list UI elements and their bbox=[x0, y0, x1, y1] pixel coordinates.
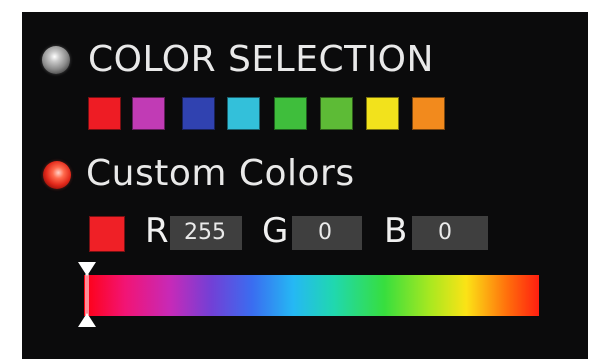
hue-spectrum-slider[interactable] bbox=[84, 275, 539, 316]
hue-marker-bottom-icon[interactable] bbox=[78, 313, 96, 327]
swatch-green[interactable] bbox=[274, 97, 307, 130]
swatch-magenta[interactable] bbox=[132, 97, 165, 130]
current-color-swatch bbox=[89, 216, 125, 252]
swatch-blue[interactable] bbox=[182, 97, 215, 130]
green-channel-label: G bbox=[262, 211, 289, 251]
red-channel-label: R bbox=[145, 211, 169, 251]
hue-slider-line[interactable] bbox=[85, 274, 89, 315]
custom-colors-label: Custom Colors bbox=[86, 153, 355, 194]
swatch-cyan[interactable] bbox=[227, 97, 260, 130]
swatch-light-green[interactable] bbox=[320, 97, 353, 130]
swatch-yellow[interactable] bbox=[366, 97, 399, 130]
color-selection-label: COLOR SELECTION bbox=[88, 39, 434, 80]
green-value-input[interactable]: 0 bbox=[292, 216, 362, 250]
blue-value-input[interactable]: 0 bbox=[412, 216, 488, 250]
custom-colors-radio[interactable] bbox=[43, 161, 71, 189]
color-selection-radio[interactable] bbox=[42, 46, 70, 74]
hue-marker-top-icon[interactable] bbox=[78, 262, 96, 276]
red-value-input[interactable]: 255 bbox=[170, 216, 242, 250]
swatch-orange[interactable] bbox=[412, 97, 445, 130]
swatch-red[interactable] bbox=[88, 97, 121, 130]
blue-channel-label: B bbox=[384, 211, 408, 251]
